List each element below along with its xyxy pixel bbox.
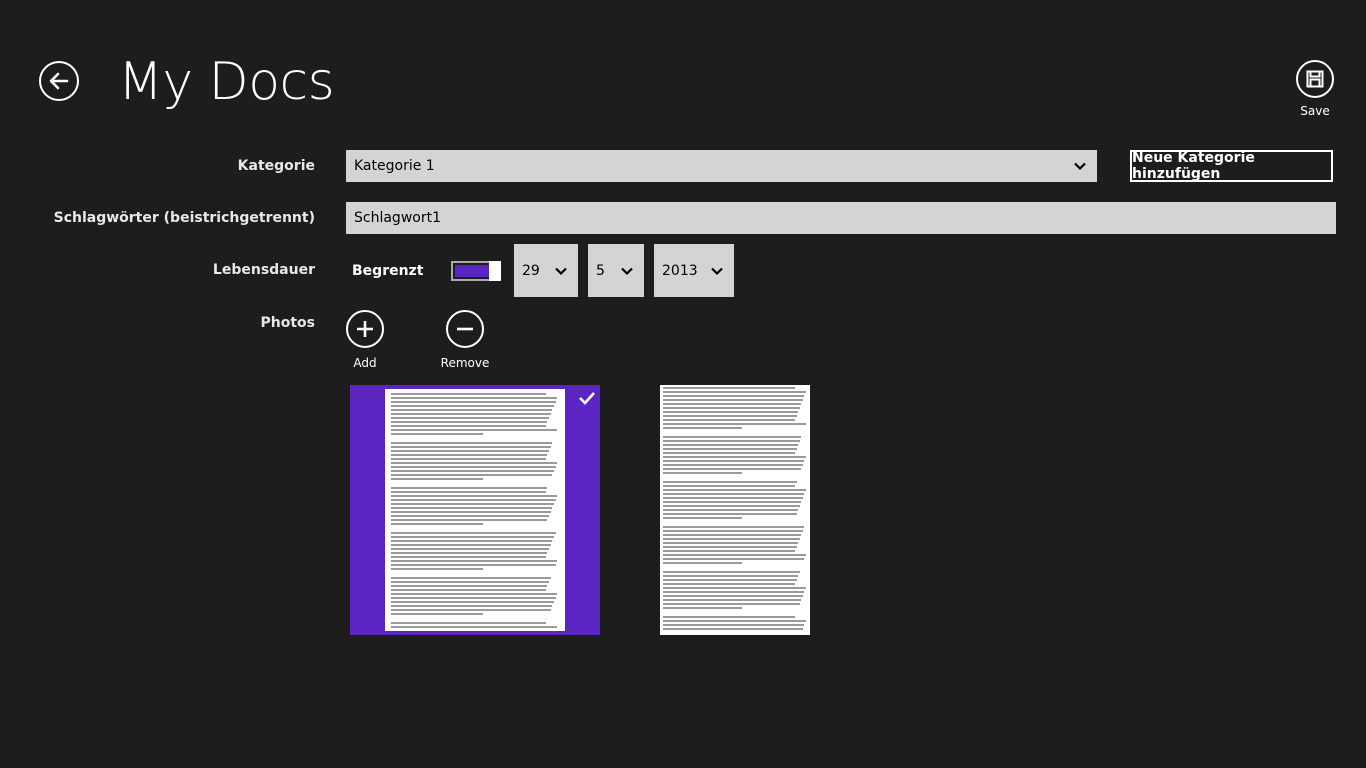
checkmark-icon bbox=[579, 392, 595, 405]
photo-thumbnail[interactable] bbox=[660, 385, 810, 635]
save-button[interactable]: Save bbox=[1292, 60, 1338, 118]
category-value: Kategorie 1 bbox=[354, 158, 435, 174]
add-photo-button[interactable]: Add bbox=[335, 310, 395, 370]
document-page-image bbox=[385, 389, 565, 631]
toggle-thumb bbox=[489, 261, 501, 281]
document-page-image bbox=[660, 385, 810, 635]
remove-photo-button[interactable]: Remove bbox=[435, 310, 495, 370]
plus-icon bbox=[357, 321, 373, 337]
page-title: My Docs bbox=[118, 52, 335, 112]
year-dropdown[interactable]: 2013 bbox=[654, 244, 734, 297]
month-dropdown[interactable]: 5 bbox=[588, 244, 644, 297]
day-dropdown[interactable]: 29 bbox=[514, 244, 578, 297]
add-category-button[interactable]: Neue Kategorie hinzufügen bbox=[1130, 150, 1333, 182]
category-dropdown[interactable]: Kategorie 1 bbox=[346, 150, 1097, 182]
limited-toggle[interactable] bbox=[451, 261, 501, 281]
chevron-down-icon bbox=[1074, 162, 1086, 171]
chevron-down-icon bbox=[555, 267, 567, 275]
save-label: Save bbox=[1300, 104, 1330, 118]
category-label: Kategorie bbox=[237, 158, 315, 174]
chevron-down-icon bbox=[621, 267, 633, 275]
month-value: 5 bbox=[596, 262, 605, 279]
chevron-down-icon bbox=[711, 267, 723, 275]
minus-icon bbox=[457, 327, 473, 331]
lifetime-label: Lebensdauer bbox=[212, 262, 315, 278]
save-disk-icon bbox=[1306, 70, 1324, 88]
add-label: Add bbox=[353, 356, 377, 370]
toggle-label: Begrenzt bbox=[352, 263, 424, 279]
toggle-fill bbox=[455, 265, 489, 277]
tags-label: Schlagwörter (beistrichgetrennt) bbox=[53, 210, 315, 226]
tags-input[interactable] bbox=[346, 202, 1336, 234]
year-value: 2013 bbox=[662, 262, 698, 279]
back-button[interactable] bbox=[39, 61, 79, 101]
back-arrow-icon bbox=[49, 72, 69, 90]
remove-label: Remove bbox=[440, 356, 490, 370]
photo-thumbnail-selected[interactable] bbox=[350, 385, 600, 635]
photos-label: Photos bbox=[260, 315, 316, 331]
day-value: 29 bbox=[522, 262, 540, 279]
